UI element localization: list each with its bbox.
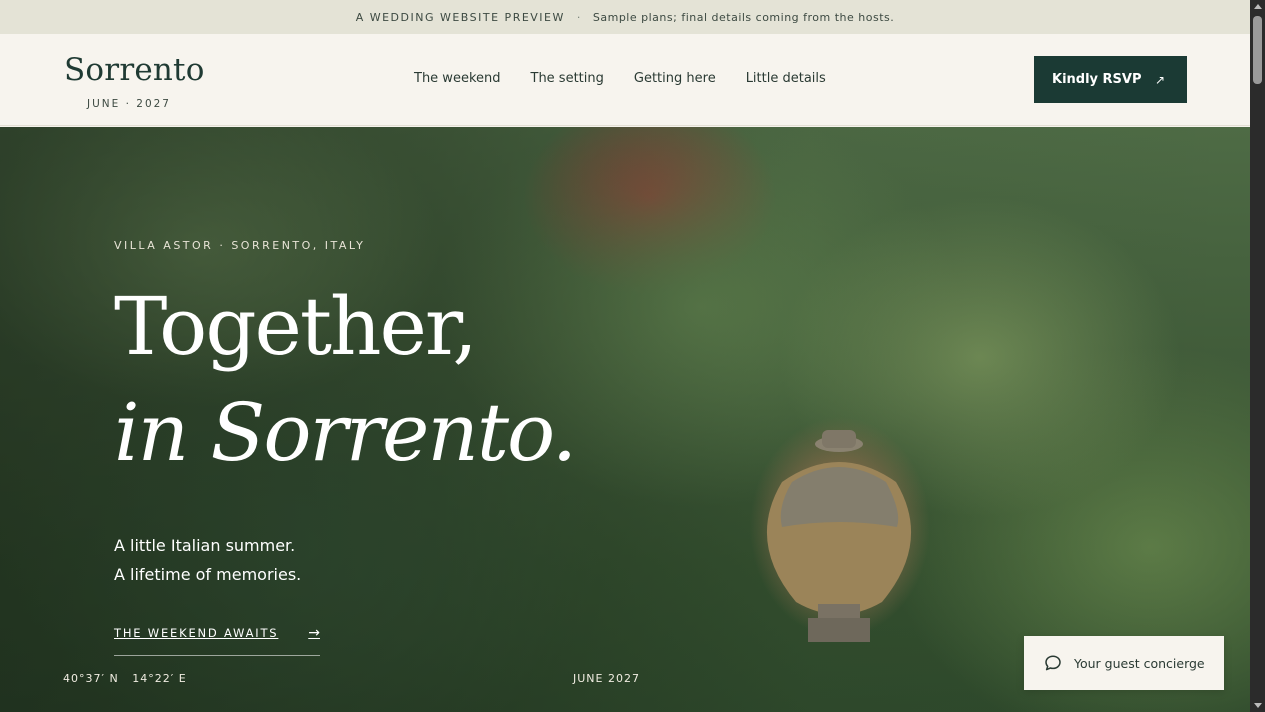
nav-the-setting[interactable]: The setting — [531, 71, 604, 86]
hero-section: VILLA ASTOR · SORRENTO, ITALY Together, … — [0, 127, 1250, 712]
scrollbar-thumb[interactable] — [1253, 16, 1262, 84]
page-scrollbar[interactable] — [1250, 0, 1265, 712]
chat-bubble-icon — [1045, 655, 1061, 671]
preview-banner: A WEDDING WEBSITE PREVIEW · Sample plans… — [0, 0, 1250, 34]
main-nav: The weekend The setting Getting here Lit… — [414, 71, 826, 86]
preview-note: Sample plans; final details coming from … — [592, 10, 895, 24]
headline-line-1: Together, — [114, 280, 478, 373]
headline-line-2: in Sorrento. — [114, 386, 577, 479]
preview-tag: A WEDDING WEBSITE PREVIEW — [355, 10, 565, 24]
logo-date: JUNE · 2027 — [86, 98, 171, 110]
rsvp-button[interactable]: Kindly RSVP ↗ — [1034, 56, 1187, 103]
logo-name: Sorrento — [64, 52, 205, 88]
venue-coordinates: 40°37′ N 14°22′ E — [63, 672, 187, 685]
nav-the-weekend[interactable]: The weekend — [414, 71, 501, 86]
rsvp-label: Kindly RSVP — [1052, 72, 1142, 87]
guest-concierge-button[interactable]: Your guest concierge — [1024, 636, 1224, 690]
hero-tagline: A little Italian summer. A lifetime of m… — [114, 531, 301, 589]
concierge-label: Your guest concierge — [1074, 655, 1205, 671]
nav-getting-here[interactable]: Getting here — [634, 71, 716, 86]
venue-location: VILLA ASTOR · SORRENTO, ITALY — [114, 239, 366, 252]
tagline-line-1: A little Italian summer. — [114, 536, 296, 555]
arrow-up-right-icon: ↗ — [1154, 72, 1165, 87]
tagline-line-2: A lifetime of memories. — [114, 565, 302, 584]
scroll-up-icon[interactable] — [1254, 4, 1262, 9]
scroll-down-icon[interactable] — [1254, 703, 1262, 708]
weekend-awaits-link[interactable]: THE WEEKEND AWAITS → — [114, 625, 320, 656]
hero-content: VILLA ASTOR · SORRENTO, ITALY Together, … — [0, 127, 1250, 712]
banner-separator: · — [576, 10, 581, 24]
arrow-right-icon: → — [308, 625, 320, 641]
nav-little-details[interactable]: Little details — [746, 71, 826, 86]
site-logo[interactable]: Sorrento JUNE · 2027 — [64, 52, 205, 110]
event-date: JUNE 2027 — [573, 672, 640, 685]
site-header: Sorrento JUNE · 2027 The weekend The set… — [0, 34, 1250, 126]
cta-label: THE WEEKEND AWAITS — [114, 626, 279, 640]
hero-headline: Together, in Sorrento. — [114, 277, 577, 483]
